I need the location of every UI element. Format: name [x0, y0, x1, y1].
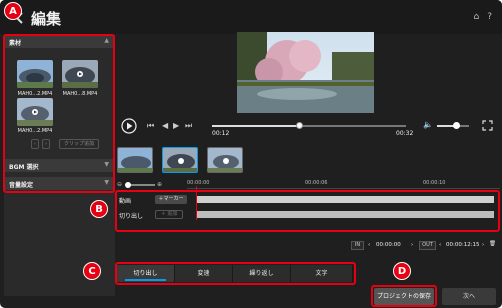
chevron-down-icon: ▼	[104, 161, 109, 168]
in-next-icon[interactable]: ›	[411, 242, 413, 248]
tab-cut[interactable]: 切り出し	[117, 265, 175, 282]
add-cut-button[interactable]: ＋ 追加	[155, 210, 183, 219]
total-time: 00:32	[396, 130, 414, 137]
volume-handle[interactable]	[453, 122, 461, 129]
clip-label-1: MAH0...2.MP4	[17, 91, 53, 97]
delete-icon[interactable]: 🗑	[489, 241, 496, 247]
rotate-left-button[interactable]: ‹	[31, 139, 39, 149]
out-next-icon[interactable]: ›	[482, 242, 484, 248]
bgm-section-header[interactable]: BGM 選択 ▼	[4, 159, 115, 172]
volume-icon[interactable]: 🔈	[423, 120, 433, 129]
save-project-button[interactable]: プロジェクトの保存	[374, 288, 434, 305]
seek-progress	[212, 125, 300, 127]
video-track-label: 動画	[119, 198, 132, 205]
timeline-clip-1[interactable]	[117, 147, 153, 173]
out-prev-icon[interactable]: ‹	[439, 242, 441, 248]
annotation-badge-b: B	[90, 200, 108, 218]
seek-bar[interactable]	[212, 122, 406, 129]
video-preview[interactable]	[237, 32, 374, 113]
current-time: 00:12	[212, 130, 230, 137]
audio-section-header[interactable]: 音量設定 ▼	[4, 177, 115, 190]
skip-forward-icon[interactable]: ⏭	[185, 121, 192, 131]
timeline-ruler[interactable]: 00:00:00 00:00:06 00:00:10	[187, 179, 500, 189]
bgm-label: BGM 選択	[9, 164, 39, 171]
video-track-bar[interactable]	[197, 196, 494, 203]
editor-window: 編集 ⌂ ? 素材 ▲ MAH0...2.MP4 MAH0...8.MP4 MA…	[0, 0, 502, 308]
tab-speed[interactable]: 変速	[175, 265, 233, 282]
timeline-clip-3[interactable]	[207, 147, 243, 173]
player-controls: ⏮ ◀ ▶ ⏭ 00:12 00:32 🔈	[115, 116, 500, 140]
annotation-badge-a: A	[4, 2, 22, 20]
chevron-down-icon: ▼	[104, 179, 109, 186]
fullscreen-icon[interactable]	[482, 120, 493, 131]
annotation-badge-c: C	[83, 262, 101, 280]
zoom-out-icon[interactable]: ⊖	[117, 181, 122, 188]
help-icon[interactable]: ?	[487, 12, 492, 22]
annotation-badge-d: D	[393, 262, 411, 280]
audio-label: 音量設定	[9, 182, 34, 189]
ruler-tick: 00:00:00	[187, 180, 210, 186]
in-time: 00:00:00	[376, 242, 401, 248]
next-button[interactable]: 次へ	[442, 288, 496, 305]
tab-text[interactable]: 文字	[291, 265, 353, 282]
timeline-clip-2[interactable]	[162, 147, 198, 173]
frame-back-icon[interactable]: ◀	[162, 121, 168, 130]
ruler-tick: 00:00:10	[423, 180, 446, 186]
add-clip-button[interactable]: クリップ追加	[59, 139, 99, 149]
title-bar: 編集 ⌂ ?	[0, 0, 502, 34]
cut-track-label: 切り出し	[119, 213, 144, 220]
title-icons: ⌂ ?	[474, 12, 493, 22]
clip-thumbnail-3[interactable]	[17, 98, 53, 126]
set-in-button[interactable]: IN	[351, 241, 364, 250]
materials-section-header[interactable]: 素材 ▲	[4, 35, 115, 48]
set-out-button[interactable]: OUT	[419, 241, 436, 250]
home-icon[interactable]: ⌂	[474, 12, 480, 22]
out-time: 00:00:12:15	[446, 242, 480, 248]
zoom-handle[interactable]	[125, 182, 131, 188]
rotate-right-button[interactable]: ›	[42, 139, 50, 149]
cut-track-bar[interactable]	[197, 211, 494, 218]
in-prev-icon[interactable]: ‹	[368, 242, 370, 248]
tab-repeat[interactable]: 繰り返し	[233, 265, 291, 282]
chevron-up-icon: ▲	[104, 37, 109, 44]
materials-label: 素材	[9, 40, 22, 47]
window-title: 編集	[31, 10, 62, 28]
ruler-tick: 00:00:06	[305, 180, 328, 186]
zoom-slider[interactable]	[125, 182, 155, 188]
frame-forward-icon[interactable]: ▶	[173, 121, 179, 130]
seek-handle[interactable]	[296, 122, 304, 129]
skip-back-icon[interactable]: ⏮	[147, 121, 154, 131]
clip-thumbnail-2[interactable]	[62, 60, 98, 88]
zoom-in-icon[interactable]: ⊕	[157, 181, 162, 188]
materials-panel: 素材 ▲ MAH0...2.MP4 MAH0...8.MP4 MAH0...2.…	[4, 35, 115, 296]
volume-slider[interactable]	[437, 122, 469, 129]
clip-label-3: MAH0...2.MP4	[17, 128, 53, 134]
play-icon[interactable]	[121, 118, 137, 134]
add-marker-button[interactable]: ＋マーカー	[155, 195, 187, 204]
clip-thumbnail-1[interactable]	[17, 60, 53, 88]
clip-label-2: MAH0...8.MP4	[62, 91, 98, 97]
